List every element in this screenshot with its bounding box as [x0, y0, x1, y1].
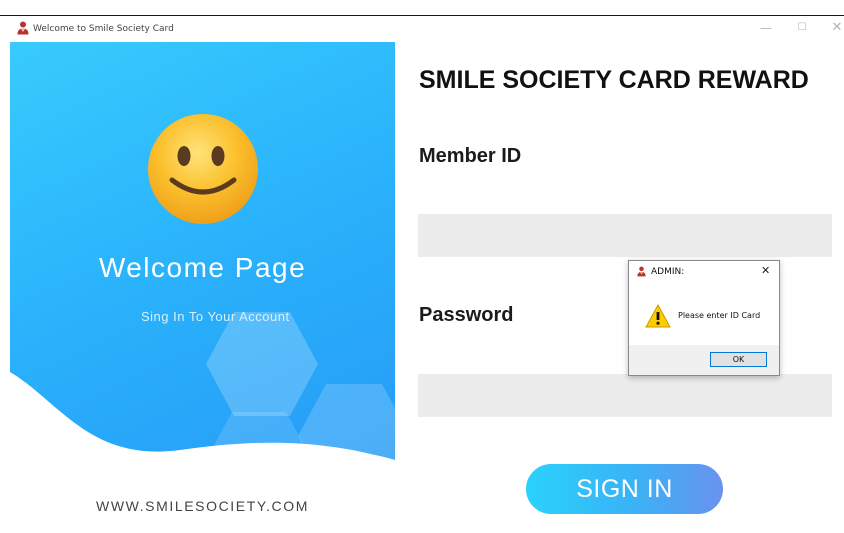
- close-window-button[interactable]: ✕: [826, 18, 844, 38]
- maximize-button[interactable]: ☐: [791, 18, 813, 38]
- dialog-title: ADMIN:: [651, 267, 685, 277]
- website-url: WWW.SMILESOCIETY.COM: [96, 498, 309, 514]
- dialog-footer: OK: [629, 345, 779, 375]
- welcome-title: Welcome Page: [98, 252, 307, 283]
- app-heading: SMILE SOCIETY CARD REWARD: [419, 66, 809, 94]
- ok-button[interactable]: OK: [710, 352, 767, 367]
- member-id-input[interactable]: [418, 214, 832, 257]
- dialog-message: Please enter ID Card: [678, 311, 761, 320]
- window-title: Welcome to Smile Society Card: [33, 24, 174, 34]
- admin-alert-dialog: ADMIN: ✕ Please enter ID Card OK: [628, 260, 780, 376]
- welcome-subtitle: Sing In To Your Account: [141, 309, 290, 324]
- smiley-face-icon: [148, 114, 258, 224]
- sign-in-button[interactable]: SIGN IN: [526, 464, 723, 514]
- app-user-icon: [17, 21, 29, 35]
- welcome-panel: Welcome Page Sing In To Your Account WWW…: [10, 42, 395, 533]
- password-label: Password: [419, 304, 514, 326]
- member-id-label: Member ID: [419, 145, 522, 167]
- dialog-close-button[interactable]: ✕: [761, 264, 770, 277]
- warning-icon: [645, 304, 671, 328]
- dialog-user-icon: [637, 266, 646, 277]
- password-input[interactable]: [418, 374, 832, 417]
- minimize-button[interactable]: —: [755, 18, 777, 38]
